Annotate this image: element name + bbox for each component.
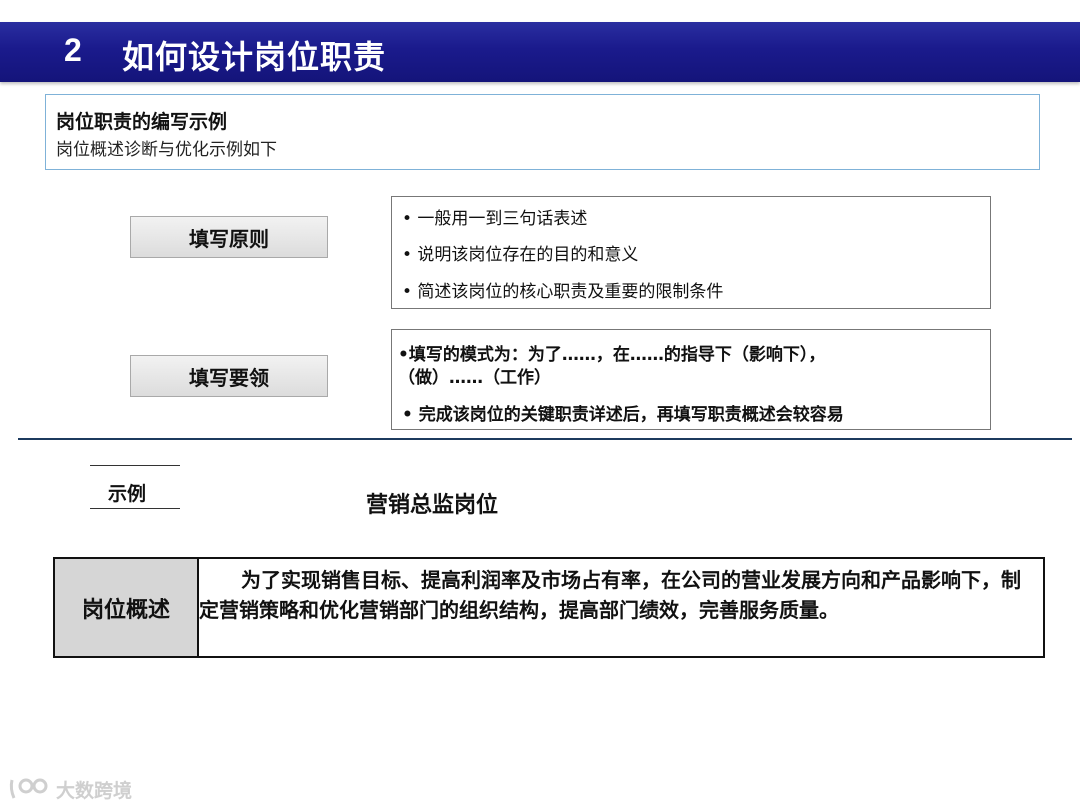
key-points-box: •填写的模式为：为了……，在……的指导下（影响下）， （做）……（工作） • 完…: [391, 329, 991, 430]
watermark-text: 大数跨境: [56, 779, 133, 802]
principle-item: • 说明该岗位存在的目的和意义: [402, 245, 639, 265]
example-rule-bottom: [90, 508, 180, 509]
section-number: 2: [64, 32, 82, 68]
position-title: 营销总监岗位: [366, 493, 499, 518]
principle-item: • 简述该岗位的核心职责及重要的限制条件: [402, 282, 724, 302]
summary-text: 为了实现销售目标、提高利润率及市场占有率，在公司的营业发展方向和产品影响下，制定…: [199, 568, 1021, 622]
watermark-logo-icon: [9, 778, 48, 799]
intro-heading: 岗位职责的编写示例: [56, 111, 228, 133]
principles-box: • 一般用一到三句话表述 • 说明该岗位存在的目的和意义 • 简述该岗位的核心职…: [391, 196, 991, 309]
key-points-label: 填写要领: [130, 355, 328, 397]
title-bar: 2 如何设计岗位职责: [0, 22, 1080, 82]
key-point-item: （做）……（工作）: [398, 368, 551, 388]
key-point-item: • 完成该岗位的关键职责详述后，再填写职责概述会较容易: [402, 405, 844, 425]
section-divider: [18, 438, 1072, 440]
intro-subheading: 岗位概述诊断与优化示例如下: [56, 140, 277, 160]
intro-box: 岗位职责的编写示例 岗位概述诊断与优化示例如下: [45, 94, 1040, 170]
principle-item: • 一般用一到三句话表述: [402, 209, 588, 229]
example-label: 示例: [108, 483, 147, 505]
example-rule-top: [90, 465, 180, 466]
summary-header: 岗位概述: [55, 559, 199, 656]
page-title: 如何设计岗位职责: [122, 38, 387, 76]
key-point-item: •填写的模式为：为了……，在……的指导下（影响下），: [398, 345, 826, 365]
position-summary-table: 岗位概述 为了实现销售目标、提高利润率及市场占有率，在公司的营业发展方向和产品影…: [53, 557, 1045, 658]
principles-label: 填写原则: [130, 216, 328, 258]
watermark: 大数跨境: [8, 774, 132, 804]
